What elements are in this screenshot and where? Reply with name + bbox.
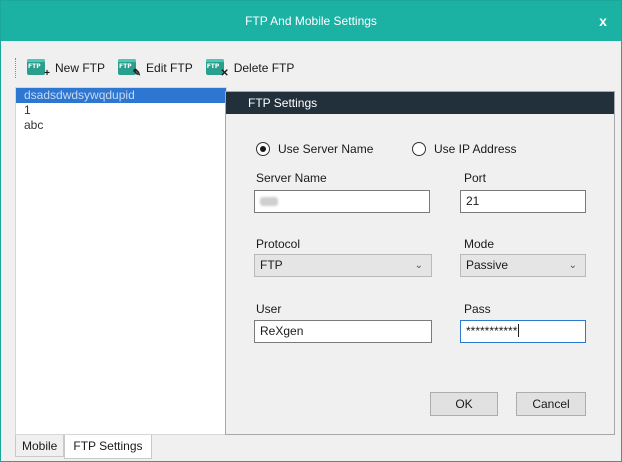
new-ftp-label: New FTP: [55, 61, 106, 75]
title-bar: FTP And Mobile Settings x: [1, 1, 621, 41]
pass-label: Pass: [464, 302, 491, 316]
chevron-down-icon: ⌄: [414, 260, 423, 271]
password-field[interactable]: ***********: [460, 320, 586, 343]
cancel-button[interactable]: Cancel: [516, 392, 586, 416]
ftp-server-list[interactable]: dsadsdwdsywqdupid 1 abc: [15, 87, 227, 435]
port-field[interactable]: 21: [460, 190, 586, 213]
chevron-down-icon: ⌄: [568, 260, 577, 271]
radio-use-ip-address-label: Use IP Address: [434, 142, 517, 156]
protocol-value: FTP: [260, 258, 283, 272]
toolbar-grip: [15, 58, 18, 78]
new-ftp-button[interactable]: + New FTP: [26, 57, 105, 79]
radio-use-server-name[interactable]: Use Server Name: [256, 142, 373, 156]
tab-mobile[interactable]: Mobile: [15, 435, 65, 457]
ftp-edit-icon: ✎: [117, 57, 141, 79]
delete-ftp-label: Delete FTP: [233, 61, 295, 75]
server-name-field[interactable]: [254, 190, 430, 213]
mode-label: Mode: [464, 237, 495, 251]
port-label: Port: [464, 171, 487, 185]
list-item[interactable]: dsadsdwdsywqdupid: [16, 88, 226, 103]
server-name-label: Server Name: [256, 171, 327, 185]
ftp-settings-panel: FTP Settings Use Server Name Use IP Addr…: [225, 91, 615, 435]
ftp-delete-icon: ✕: [205, 57, 229, 79]
panel-header: FTP Settings: [226, 92, 614, 114]
tab-ftp-settings[interactable]: FTP Settings: [64, 435, 152, 459]
user-label: User: [256, 302, 282, 316]
text-caret: [518, 324, 520, 337]
bottom-tabs: Mobile FTP Settings: [15, 435, 152, 459]
edit-ftp-label: Edit FTP: [146, 61, 193, 75]
radio-use-server-name-label: Use Server Name: [278, 142, 374, 156]
pass-value: ***********: [466, 324, 518, 338]
toolbar: + New FTP ✎ Edit FTP ✕ Delete FTP: [15, 53, 306, 83]
radio-button-unchecked[interactable]: [412, 142, 426, 156]
user-value: ReXgen: [260, 324, 304, 338]
ftp-add-icon: +: [26, 57, 50, 79]
port-value: 21: [466, 194, 480, 208]
protocol-label: Protocol: [256, 237, 301, 251]
mode-value: Passive: [466, 258, 509, 272]
list-item[interactable]: 1: [16, 103, 226, 118]
mode-select[interactable]: Passive ⌄: [460, 254, 586, 277]
list-item[interactable]: abc: [16, 118, 226, 133]
radio-button-checked[interactable]: [256, 142, 270, 156]
close-icon[interactable]: x: [595, 13, 611, 29]
edit-ftp-button[interactable]: ✎ Edit FTP: [117, 57, 193, 79]
ok-button[interactable]: OK: [430, 392, 498, 416]
ftp-settings-window: FTP And Mobile Settings x + New FTP ✎ Ed…: [0, 0, 622, 462]
protocol-select[interactable]: FTP ⌄: [254, 254, 432, 277]
window-title: FTP And Mobile Settings: [245, 14, 377, 28]
redacted-value: [260, 197, 278, 206]
delete-ftp-button[interactable]: ✕ Delete FTP: [205, 57, 295, 79]
user-field[interactable]: ReXgen: [254, 320, 432, 343]
radio-use-ip-address[interactable]: Use IP Address: [412, 142, 517, 156]
